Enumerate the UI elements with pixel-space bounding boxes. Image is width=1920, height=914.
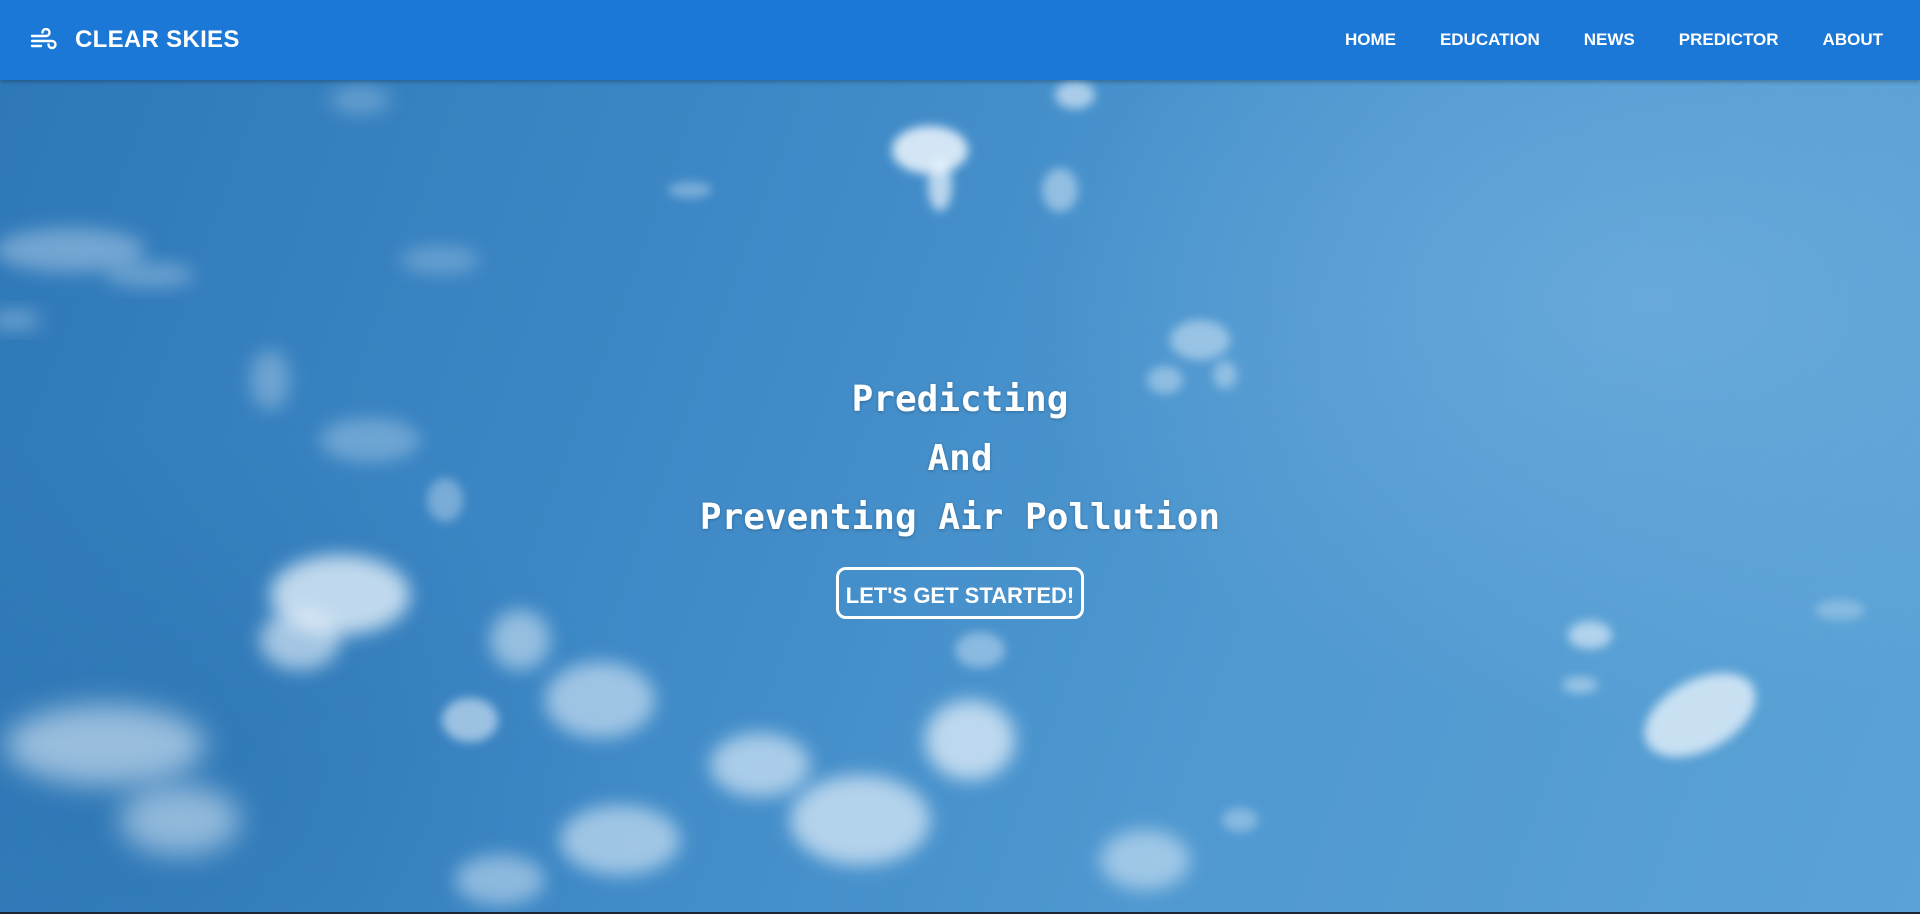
hero-content: Predicting And Preventing Air Pollution …	[0, 370, 1920, 619]
nav-link-about[interactable]: ABOUT	[1823, 30, 1883, 50]
brand-link[interactable]: CLEAR SKIES	[30, 0, 240, 80]
hero-section: Predicting And Preventing Air Pollution …	[0, 80, 1920, 914]
hero-title-line: Preventing Air Pollution	[699, 497, 1221, 538]
navbar: CLEAR SKIES HOME EDUCATION NEWS PREDICTO…	[0, 0, 1920, 80]
get-started-button[interactable]: LET'S GET STARTED!	[835, 567, 1085, 619]
hero-title-line: Predicting	[851, 379, 1069, 420]
nav-link-news[interactable]: NEWS	[1584, 30, 1635, 50]
nav-link-predictor[interactable]: PREDICTOR	[1679, 30, 1779, 50]
hero-title: Predicting And Preventing Air Pollution	[0, 370, 1920, 547]
nav-links: HOME EDUCATION NEWS PREDICTOR ABOUT	[1301, 0, 1883, 80]
nav-link-education[interactable]: EDUCATION	[1440, 30, 1540, 50]
nav-link-home[interactable]: HOME	[1345, 30, 1396, 50]
hero-title-line: And	[927, 438, 993, 479]
brand-name: CLEAR SKIES	[75, 26, 240, 53]
wind-icon	[30, 28, 57, 50]
